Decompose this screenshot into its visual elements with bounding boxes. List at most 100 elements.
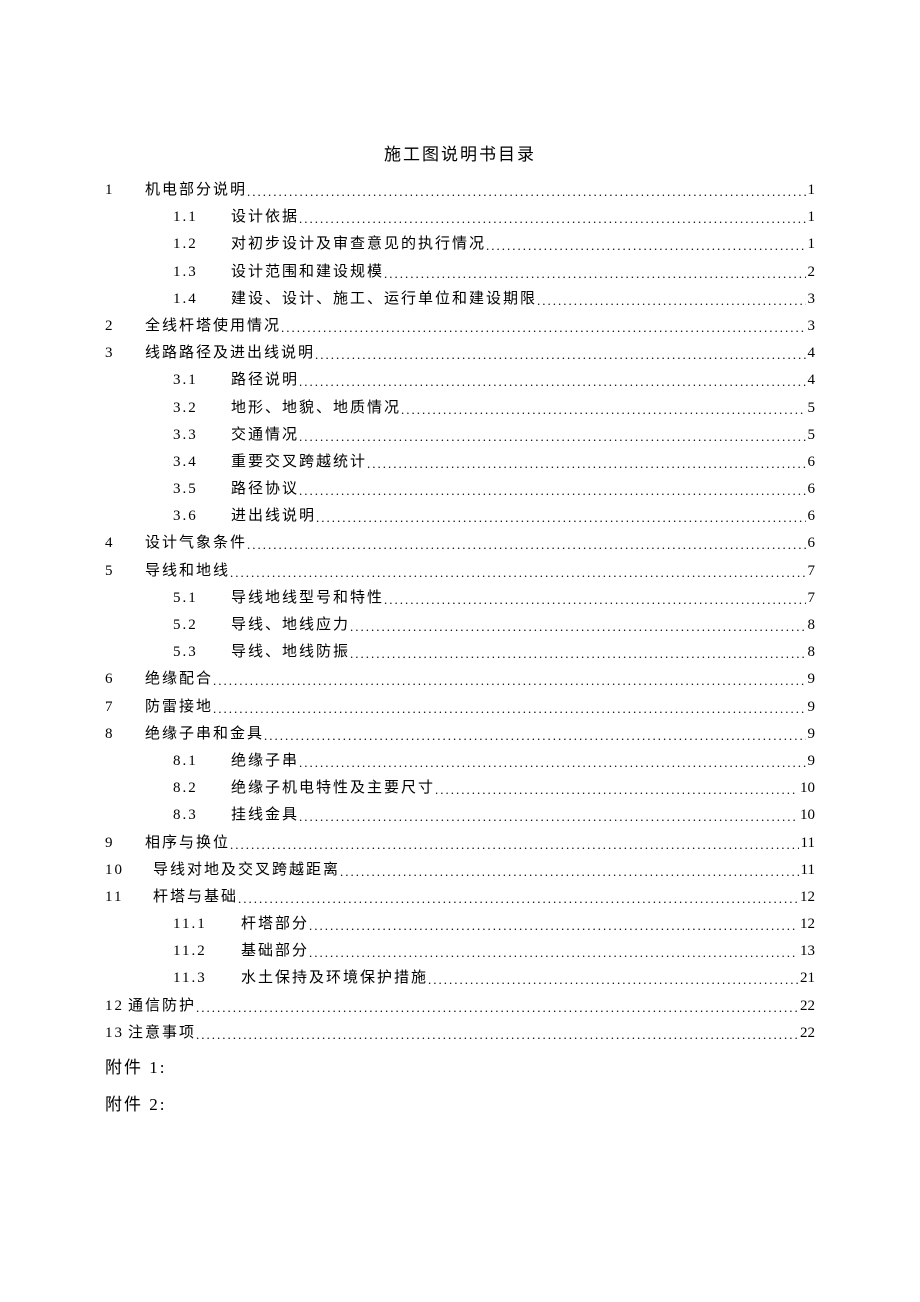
toc-leader-dots — [299, 756, 805, 771]
toc-entry: 8绝缘子串和金具9 — [105, 727, 815, 742]
toc-page-number: 2 — [806, 265, 816, 280]
toc-subnumber: 3.5 — [173, 482, 231, 497]
toc-subnumber: 3.1 — [173, 373, 231, 388]
toc-leader-dots — [299, 430, 805, 445]
toc-leader-dots — [230, 566, 805, 581]
toc-page-number: 7 — [806, 564, 816, 579]
toc-number: 7 — [105, 700, 145, 715]
toc-entry: 1机电部分说明1 — [105, 183, 815, 198]
toc-entry: 11杆塔与基础 12 — [105, 890, 815, 905]
toc-leader-dots — [401, 403, 805, 418]
toc-page-number: 9 — [806, 672, 816, 687]
toc-sublabel: 路径协议 — [231, 482, 299, 497]
toc-sublabel: 进出线说明 — [231, 509, 316, 524]
toc-label: 导线对地及交叉跨越距离 — [153, 863, 340, 878]
toc-leader-dots — [281, 321, 805, 336]
toc-label: 导线和地线 — [145, 564, 230, 579]
toc-label: 全线杆塔使用情况 — [145, 319, 281, 334]
toc-page-number: 11 — [799, 836, 815, 851]
toc-subnumber: 1.1 — [173, 210, 231, 225]
toc-entry: 6绝缘配合 9 — [105, 672, 815, 687]
toc-label: 通信防护 — [128, 999, 196, 1014]
toc-leader-dots — [299, 484, 805, 499]
toc-entry: 3.3交通情况 5 — [105, 428, 815, 443]
toc-subnumber: 5.3 — [173, 645, 231, 660]
toc-entry: 3.4重要交叉跨越统计6 — [105, 455, 815, 470]
toc-number: 1 — [105, 183, 145, 198]
table-of-contents: 1机电部分说明1 1.1设计依据 1 1.2对初步设计及审查意见的执行情况1 1.3设计… — [105, 183, 815, 1041]
toc-number: 5 — [105, 564, 145, 579]
toc-leader-dots — [350, 620, 805, 635]
toc-subnumber: 8.1 — [173, 754, 231, 769]
toc-sublabel: 绝缘子串 — [231, 754, 299, 769]
toc-subnumber: 3.2 — [173, 401, 231, 416]
toc-page-number: 8 — [806, 645, 816, 660]
toc-leader-dots — [230, 838, 799, 853]
toc-page-number: 4 — [806, 373, 816, 388]
toc-subnumber: 3.4 — [173, 455, 231, 470]
toc-page-number: 3 — [806, 319, 816, 334]
toc-entry: 5.2导线、地线应力8 — [105, 618, 815, 633]
toc-leader-dots — [309, 919, 798, 934]
toc-page-number: 22 — [798, 1026, 815, 1041]
appendix-line: 附件 2: — [105, 1090, 815, 1115]
toc-entry: 3.6进出线说明6 — [105, 509, 815, 524]
toc-sublabel: 交通情况 — [231, 428, 299, 443]
toc-entry: 2全线杆塔使用情况 3 — [105, 319, 815, 334]
toc-leader-dots — [384, 593, 805, 608]
toc-label: 机电部分说明 — [145, 183, 247, 198]
toc-page-number: 7 — [806, 591, 816, 606]
toc-number: 11 — [105, 890, 153, 905]
toc-sublabel: 设计范围和建设规模 — [231, 265, 384, 280]
toc-leader-dots — [428, 973, 798, 988]
toc-page-number: 5 — [806, 428, 816, 443]
toc-label: 相序与换位 — [145, 836, 230, 851]
toc-entry: 5导线和地线 7 — [105, 564, 815, 579]
toc-number: 8 — [105, 727, 145, 742]
toc-subnumber: 1.3 — [173, 265, 231, 280]
toc-entry: 8.3挂线金具10 — [105, 808, 815, 823]
toc-leader-dots — [309, 946, 798, 961]
toc-page-number: 4 — [806, 346, 816, 361]
toc-leader-dots — [350, 647, 805, 662]
toc-number: 4 — [105, 536, 145, 551]
toc-number: 6 — [105, 672, 145, 687]
toc-leader-dots — [367, 457, 805, 472]
appendix-list: 附件 1:附件 2: — [105, 1053, 815, 1115]
toc-label: 注意事项 — [128, 1026, 196, 1041]
toc-sublabel: 导线地线型号和特性 — [231, 591, 384, 606]
toc-sublabel: 设计依据 — [231, 210, 299, 225]
toc-entry: 8.1绝缘子串9 — [105, 754, 815, 769]
toc-label: 杆塔与基础 — [153, 890, 238, 905]
toc-leader-dots — [315, 348, 805, 363]
toc-entry: 3.2地形、地貌、地质情况5 — [105, 401, 815, 416]
toc-page-number: 6 — [806, 455, 816, 470]
toc-page-number: 22 — [798, 999, 815, 1014]
toc-subnumber: 3.3 — [173, 428, 231, 443]
toc-sublabel: 导线、地线应力 — [231, 618, 350, 633]
toc-subnumber: 3.6 — [173, 509, 231, 524]
toc-page-number: 11 — [799, 863, 815, 878]
toc-label: 防雷接地 — [145, 700, 213, 715]
toc-number: 2 — [105, 319, 145, 334]
toc-page-number: 1 — [806, 210, 816, 225]
toc-leader-dots — [196, 1001, 798, 1016]
toc-entry: 3线路路径及进出线说明4 — [105, 346, 815, 361]
toc-label: 绝缘配合 — [145, 672, 213, 687]
toc-entry: 1.2对初步设计及审查意见的执行情况1 — [105, 237, 815, 252]
toc-sublabel: 路径说明 — [231, 373, 299, 388]
toc-page-number: 12 — [798, 890, 815, 905]
toc-sublabel: 挂线金具 — [231, 808, 299, 823]
toc-leader-dots — [537, 294, 805, 309]
toc-entry: 5.1导线地线型号和特性 7 — [105, 591, 815, 606]
toc-page-number: 3 — [806, 292, 816, 307]
toc-page-number: 5 — [806, 401, 816, 416]
toc-sublabel: 水土保持及环境保护措施 — [241, 971, 428, 986]
toc-number: 9 — [105, 836, 145, 851]
toc-label: 线路路径及进出线说明 — [145, 346, 315, 361]
toc-subnumber: 5.1 — [173, 591, 231, 606]
toc-page-number: 9 — [806, 700, 816, 715]
toc-entry: 3.5路径协议6 — [105, 482, 815, 497]
toc-sublabel: 绝缘子机电特性及主要尺寸 — [231, 781, 435, 796]
toc-page-number: 10 — [798, 808, 815, 823]
